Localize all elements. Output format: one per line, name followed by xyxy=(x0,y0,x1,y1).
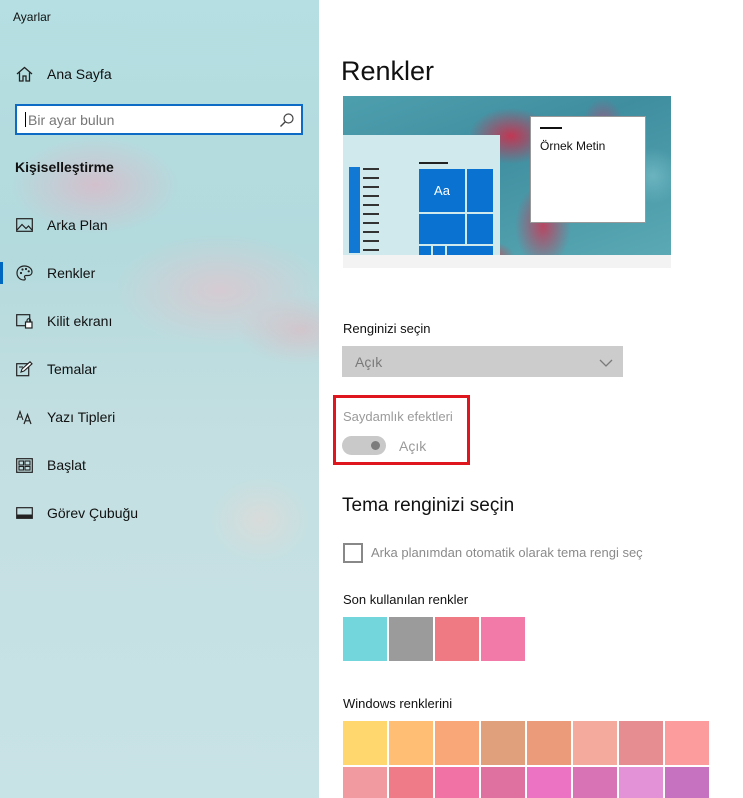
preview-tile xyxy=(419,214,465,244)
sidebar-item-fonts[interactable]: Yazı Tipleri xyxy=(0,397,319,437)
transparency-toggle[interactable] xyxy=(342,436,386,455)
sidebar-item-themes[interactable]: Temalar xyxy=(0,349,319,389)
nav-home[interactable]: Ana Sayfa xyxy=(0,58,319,90)
sidebar-item-label: Yazı Tipleri xyxy=(47,409,116,425)
home-label: Ana Sayfa xyxy=(47,66,112,82)
sidebar-item-start[interactable]: Başlat xyxy=(0,445,319,485)
windows-color-swatch[interactable] xyxy=(435,721,479,765)
page-title: Renkler xyxy=(341,56,435,86)
auto-accent-label: Arka planımdan otomatik olarak tema reng… xyxy=(371,545,643,560)
lock-screen-icon xyxy=(15,312,33,330)
text-caret xyxy=(25,112,26,127)
windows-colors-label: Windows renklerini xyxy=(343,696,453,711)
sidebar-item-background[interactable]: Arka Plan xyxy=(0,205,319,245)
preview-sample-text: Örnek Metin xyxy=(540,139,606,153)
windows-color-swatch[interactable] xyxy=(481,767,525,798)
windows-color-swatch[interactable] xyxy=(619,767,663,798)
font-icon xyxy=(15,408,33,426)
search-icon[interactable] xyxy=(279,112,295,128)
sidebar-item-label: Arka Plan xyxy=(47,217,108,233)
accent-heading: Tema renginizi seçin xyxy=(342,495,515,516)
preview-tile-text: Aa xyxy=(434,183,450,198)
start-icon xyxy=(15,456,33,474)
sidebar-item-label: Temalar xyxy=(47,361,97,377)
windows-color-swatch[interactable] xyxy=(343,767,387,798)
windows-color-swatch[interactable] xyxy=(435,767,479,798)
windows-color-swatch[interactable] xyxy=(389,721,433,765)
preview-start-column xyxy=(349,167,360,253)
windows-color-swatch[interactable] xyxy=(343,721,387,765)
preview-group-header xyxy=(419,162,448,164)
transparency-state: Açık xyxy=(399,438,427,454)
main-content: Renkler Aa Örnek Metin Renginizi seçin A… xyxy=(319,0,743,798)
preview-start-menu: Aa xyxy=(343,135,500,255)
windows-color-swatch[interactable] xyxy=(389,767,433,798)
toggle-knob xyxy=(371,441,380,450)
sidebar: Ayarlar Ana Sayfa Kişiselleştirme Arka P… xyxy=(0,0,319,798)
choose-color-value: Açık xyxy=(355,353,383,370)
windows-color-swatch[interactable] xyxy=(527,721,571,765)
preview-tile xyxy=(419,246,431,255)
windows-color-swatch[interactable] xyxy=(573,721,617,765)
section-title: Kişiselleştirme xyxy=(15,159,114,175)
preview-tile xyxy=(467,214,493,244)
preview-tile xyxy=(447,246,493,255)
home-icon xyxy=(15,65,33,83)
recent-color-swatch[interactable] xyxy=(343,617,387,661)
theme-edit-icon xyxy=(15,360,33,378)
preview-window: Örnek Metin xyxy=(530,116,646,223)
sidebar-item-label: Kilit ekranı xyxy=(47,313,113,329)
search-box[interactable] xyxy=(15,104,303,135)
preview-window-titlebar xyxy=(540,127,562,129)
windows-color-swatch[interactable] xyxy=(619,721,663,765)
recent-colors-label: Son kullanılan renkler xyxy=(343,592,469,607)
auto-accent-checkbox[interactable] xyxy=(343,543,363,563)
recent-color-swatch[interactable] xyxy=(389,617,433,661)
windows-color-swatch[interactable] xyxy=(665,767,709,798)
taskbar-icon xyxy=(15,504,33,522)
app-title: Ayarlar xyxy=(13,10,51,24)
image-icon xyxy=(15,216,33,234)
sidebar-item-colors[interactable]: Renkler xyxy=(0,253,319,293)
choose-color-label: Renginizi seçin xyxy=(343,321,431,336)
sidebar-item-label: Renkler xyxy=(47,265,96,281)
recent-color-swatch[interactable] xyxy=(435,617,479,661)
preview-tile xyxy=(467,169,493,212)
sidebar-item-lock-screen[interactable]: Kilit ekranı xyxy=(0,301,319,341)
choose-color-dropdown[interactable]: Açık xyxy=(342,346,623,377)
search-input[interactable] xyxy=(28,111,268,128)
preview-tile xyxy=(433,246,445,255)
theme-preview: Aa Örnek Metin xyxy=(343,96,671,255)
sidebar-item-taskbar[interactable]: Görev Çubuğu xyxy=(0,493,319,533)
windows-color-swatch[interactable] xyxy=(527,767,571,798)
windows-color-swatch[interactable] xyxy=(665,721,709,765)
windows-color-swatch[interactable] xyxy=(573,767,617,798)
palette-icon xyxy=(15,264,33,282)
sidebar-item-label: Görev Çubuğu xyxy=(47,505,139,521)
recent-color-swatch[interactable] xyxy=(481,617,525,661)
preview-taskbar xyxy=(343,255,671,268)
sidebar-item-label: Başlat xyxy=(47,457,86,473)
windows-color-swatch[interactable] xyxy=(481,721,525,765)
selection-indicator xyxy=(0,262,3,284)
transparency-label: Saydamlık efektleri xyxy=(343,409,453,424)
chevron-down-icon xyxy=(599,355,613,367)
